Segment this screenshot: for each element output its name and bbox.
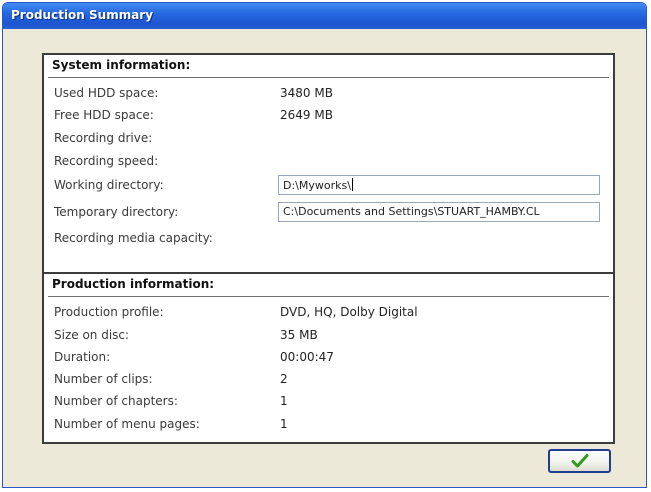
size-on-disc-value: 35 MB (280, 328, 318, 342)
free-hdd-space-label: Free HDD space: (54, 108, 154, 122)
number-of-chapters-value: 1 (280, 394, 288, 408)
number-of-menu-pages-row: Number of menu pages: 1 (54, 416, 605, 434)
used-hdd-space-value: 3480 MB (280, 86, 333, 100)
number-of-clips-row: Number of clips: 2 (54, 371, 605, 389)
duration-value: 00:00:47 (280, 350, 334, 364)
used-hdd-space-row: Used HDD space: 3480 MB (54, 85, 605, 103)
recording-drive-label: Recording drive: (54, 131, 153, 145)
size-on-disc-label: Size on disc: (54, 328, 130, 342)
working-directory-value: D:\Myworks\ (283, 179, 351, 192)
temporary-directory-row: Temporary directory: C:\Documents and Se… (54, 202, 605, 222)
recording-speed-label: Recording speed: (54, 154, 159, 168)
number-of-chapters-row: Number of chapters: 1 (54, 393, 605, 411)
duration-row: Duration: 00:00:47 (54, 349, 605, 367)
system-information-group: System information: Used HDD space: 3480… (42, 53, 615, 279)
number-of-menu-pages-label: Number of menu pages: (54, 417, 200, 431)
production-summary-dialog: Production Summary System information: U… (2, 2, 647, 488)
working-directory-field[interactable]: D:\Myworks\ (278, 175, 600, 195)
duration-label: Duration: (54, 350, 111, 364)
production-profile-row: Production profile: DVD, HQ, Dolby Digit… (54, 304, 605, 322)
temporary-directory-field[interactable]: C:\Documents and Settings\STUART_HAMBY.C… (278, 202, 600, 222)
size-on-disc-row: Size on disc: 35 MB (54, 327, 605, 345)
used-hdd-space-label: Used HDD space: (54, 86, 159, 100)
recording-speed-row: Recording speed: (54, 153, 605, 171)
working-directory-label: Working directory: (54, 178, 164, 192)
window-title: Production Summary (11, 8, 154, 22)
free-hdd-space-row: Free HDD space: 2649 MB (54, 107, 605, 125)
production-information-group: Production information: Production profi… (42, 272, 615, 444)
dialog-body: System information: Used HDD space: 3480… (6, 29, 643, 484)
production-profile-label: Production profile: (54, 305, 164, 319)
title-bar[interactable]: Production Summary (3, 3, 646, 29)
number-of-chapters-label: Number of chapters: (54, 394, 178, 408)
recording-media-capacity-row: Recording media capacity: (54, 230, 605, 248)
number-of-clips-value: 2 (280, 372, 288, 386)
free-hdd-space-value: 2649 MB (280, 108, 333, 122)
system-information-header: System information: (52, 58, 191, 72)
production-information-header: Production information: (52, 277, 215, 291)
ok-button[interactable] (548, 449, 611, 473)
recording-media-capacity-label: Recording media capacity: (54, 231, 213, 245)
recording-drive-row: Recording drive: (54, 130, 605, 148)
number-of-menu-pages-value: 1 (280, 417, 288, 431)
temporary-directory-label: Temporary directory: (54, 205, 179, 219)
production-header-divider (48, 296, 609, 297)
production-profile-value: DVD, HQ, Dolby Digital (280, 305, 418, 319)
number-of-clips-label: Number of clips: (54, 372, 153, 386)
temporary-directory-value: C:\Documents and Settings\STUART_HAMBY.C… (283, 205, 540, 218)
checkmark-icon (571, 454, 589, 468)
working-directory-row: Working directory: D:\Myworks\ (54, 175, 605, 195)
system-header-divider (48, 77, 609, 78)
text-caret (351, 178, 353, 191)
